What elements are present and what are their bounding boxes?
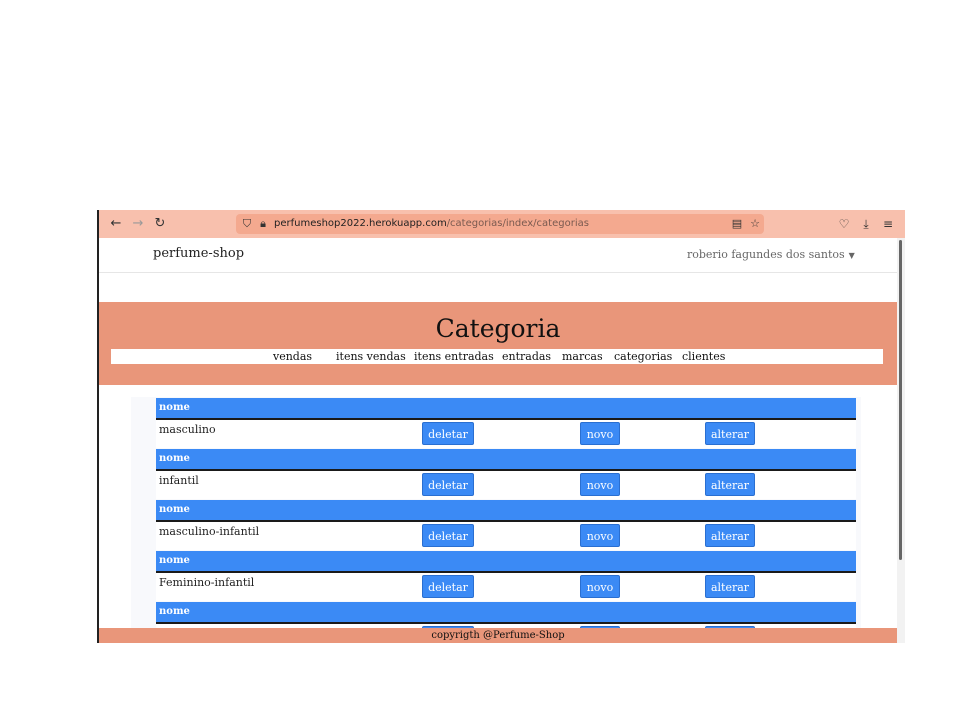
table-header: nome	[156, 500, 856, 522]
page-content: perfume-shop roberio fagundes dos santos…	[99, 238, 897, 643]
back-arrow-icon[interactable]: ←	[107, 215, 125, 233]
edit-button[interactable]: alterar	[705, 524, 755, 547]
new-button[interactable]: novo	[580, 575, 620, 598]
table-header: nome	[156, 551, 856, 573]
delete-button[interactable]: deletar	[422, 422, 474, 445]
edit-button[interactable]: alterar	[705, 422, 755, 445]
url-host: perfumeshop2022.herokuapp.com	[274, 218, 447, 229]
pocket-icon[interactable]: ♡	[835, 215, 853, 233]
row-body: masculino-infantil deletar novo alterar	[156, 522, 856, 550]
table-header: nome	[156, 602, 856, 624]
url-path: /categorias/index/categorias	[446, 218, 589, 229]
menu-item-vendas[interactable]: vendas	[273, 349, 312, 364]
menu-item-clientes[interactable]: clientes	[682, 349, 725, 364]
row-body: Feminino-infantil deletar novo alterar	[156, 573, 856, 601]
row-body: masculino deletar novo alterar	[156, 420, 856, 448]
forward-arrow-icon[interactable]: →	[129, 215, 147, 233]
browser-window: ← → ↻ ⛉ 🔒︎ perfumeshop2022.herokuapp.com…	[97, 210, 905, 643]
browser-toolbar: ← → ↻ ⛉ 🔒︎ perfumeshop2022.herokuapp.com…	[99, 210, 905, 238]
scrollbar-thumb[interactable]	[899, 240, 902, 560]
categories-table: nome masculino deletar novo alterar nome…	[131, 397, 861, 643]
address-bar[interactable]: ⛉ 🔒︎ perfumeshop2022.herokuapp.com/categ…	[236, 214, 764, 234]
menu-item-itens-vendas[interactable]: itens vendas	[336, 349, 406, 364]
delete-button[interactable]: deletar	[422, 473, 474, 496]
new-button[interactable]: novo	[580, 422, 620, 445]
page-title: Categoria	[435, 314, 561, 343]
table-header: nome	[156, 449, 856, 471]
category-name: masculino	[159, 423, 216, 436]
reload-icon[interactable]: ↻	[151, 215, 169, 233]
shield-icon[interactable]: ⛉	[240, 214, 254, 234]
column-header-nome: nome	[159, 504, 190, 515]
table-row: nome Feminino-infantil deletar novo alte…	[156, 551, 856, 601]
menu-item-entradas[interactable]: entradas	[502, 349, 551, 364]
table-row: nome masculino deletar novo alterar	[156, 398, 856, 448]
table-row: nome masculino-infantil deletar novo alt…	[156, 500, 856, 550]
top-navbar: perfume-shop roberio fagundes dos santos…	[99, 238, 897, 273]
new-button[interactable]: novo	[580, 473, 620, 496]
brand-link[interactable]: perfume-shop	[153, 246, 244, 261]
delete-button[interactable]: deletar	[422, 575, 474, 598]
user-dropdown[interactable]: roberio fagundes dos santos ▼	[687, 248, 855, 261]
category-name: masculino-infantil	[159, 525, 260, 538]
menu-item-itens-entradas[interactable]: itens entradas	[414, 349, 494, 364]
edit-button[interactable]: alterar	[705, 473, 755, 496]
column-header-nome: nome	[159, 555, 190, 566]
column-header-nome: nome	[159, 453, 190, 464]
scrollbar[interactable]	[897, 238, 905, 643]
new-button[interactable]: novo	[580, 524, 620, 547]
url-text: perfumeshop2022.herokuapp.com/categorias…	[274, 214, 589, 234]
hero-banner: Categoria vendas itens vendas itens entr…	[99, 302, 897, 385]
table-row: nome infantil deletar novo alterar	[156, 449, 856, 499]
category-name: Feminino-infantil	[159, 576, 255, 589]
delete-button[interactable]: deletar	[422, 524, 474, 547]
page-footer: copyrigth @Perfume-Shop	[99, 628, 897, 643]
edit-button[interactable]: alterar	[705, 575, 755, 598]
category-name: infantil	[159, 474, 199, 487]
menu-item-marcas[interactable]: marcas	[562, 349, 603, 364]
table-header: nome	[156, 398, 856, 420]
download-icon[interactable]: ⤓	[857, 215, 875, 233]
user-name: roberio fagundes dos santos	[687, 248, 845, 261]
menu-icon[interactable]: ≡	[879, 215, 897, 233]
column-header-nome: nome	[159, 402, 190, 413]
reader-view-icon[interactable]: ▤	[730, 214, 744, 234]
menu-item-categorias[interactable]: categorias	[614, 349, 672, 364]
bookmark-star-icon[interactable]: ☆	[748, 214, 762, 234]
row-body: infantil deletar novo alterar	[156, 471, 856, 499]
main-menu: vendas itens vendas itens entradas entra…	[111, 349, 883, 364]
column-header-nome: nome	[159, 606, 190, 617]
caret-down-icon: ▼	[848, 251, 855, 260]
lock-icon[interactable]: 🔒︎	[256, 214, 270, 234]
